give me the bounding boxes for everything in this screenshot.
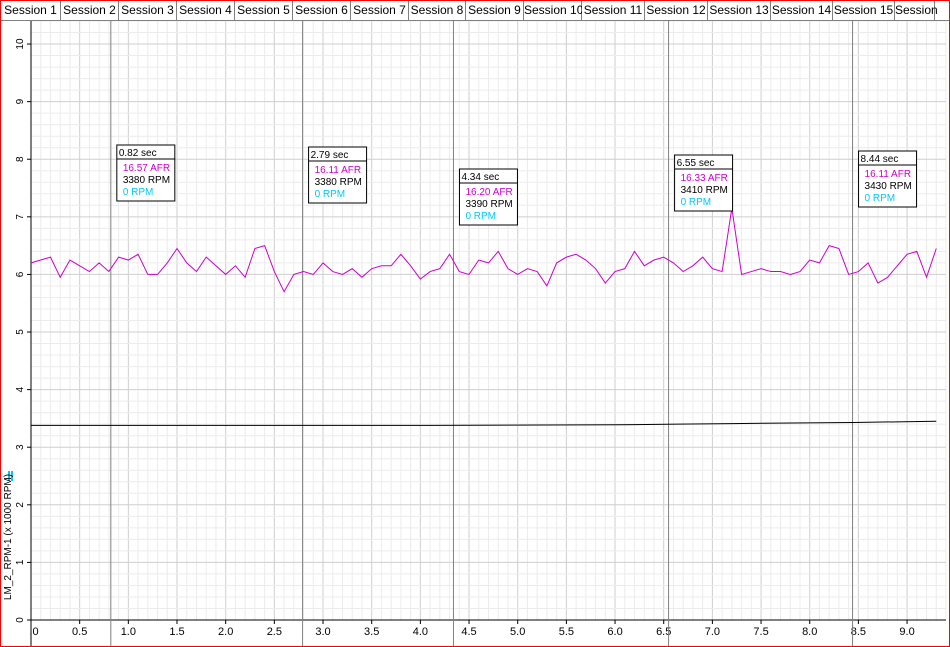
tooltip-time-value: 4.34 sec [461, 172, 499, 183]
tooltip-time-value: 8.44 sec [861, 154, 899, 165]
tab-session-10[interactable]: Session 10 [524, 1, 583, 20]
tooltip-rpm2-value: 0 RPM [681, 197, 712, 208]
x-tick-label: 7.5 [753, 626, 768, 638]
x-tick-label: 4.0 [413, 626, 428, 638]
tooltip-afr-value: 16.20 AFR [465, 187, 512, 198]
tab-session-5[interactable]: Session 5 [235, 1, 293, 20]
x-tick-label: 4.5 [461, 626, 476, 638]
tooltip-rpm2-value: 0 RPM [465, 211, 496, 222]
y-tick-label: 7 [15, 214, 26, 220]
x-tick-label: .0 [29, 626, 38, 638]
x-tick-label: 5.5 [559, 626, 574, 638]
y-tick-label: 9 [15, 98, 26, 104]
tooltip-time-value: 0.82 sec [119, 148, 157, 159]
y-tick-label: 3 [15, 444, 26, 450]
tooltip-time-value: 6.55 sec [677, 158, 715, 169]
chart-window: Session 1 Session 2 Session 3 Session 4 Sess… [0, 0, 950, 647]
tab-session-3[interactable]: Session 3 [119, 1, 177, 20]
y-tick-label: 2 [15, 502, 26, 508]
x-tick-label: 3.5 [364, 626, 379, 638]
tooltip-rpm2-value: 0 RPM [315, 189, 346, 200]
tab-session-13[interactable]: Session 13 [708, 1, 771, 20]
x-tick-label: 8.0 [802, 626, 817, 638]
y-tick-label: 6 [15, 271, 26, 277]
y-tick-label: 4 [15, 386, 26, 392]
tooltip-rpm-value: 3390 RPM [465, 199, 512, 210]
tab-session-9[interactable]: Session 9 [466, 1, 524, 20]
tooltip-afr-value: 16.11 AFR [865, 169, 912, 180]
y-tick-label: 0 [15, 617, 26, 623]
tab-session-6[interactable]: Session 6 [293, 1, 351, 20]
x-tick-label: 6.0 [607, 626, 622, 638]
tab-session-16[interactable]: Session [895, 1, 938, 20]
tab-session-14[interactable]: Session 14 [771, 1, 833, 20]
x-tick-label: 9.0 [899, 626, 914, 638]
tooltip-time-value: 2.79 sec [311, 150, 349, 161]
y-tick-label: 8 [15, 156, 26, 162]
tab-session-4[interactable]: Session 4 [177, 1, 235, 20]
y-tick-label: 10 [15, 38, 26, 50]
x-tick-label: 3.0 [315, 626, 330, 638]
plot-area[interactable]: 0 1 2 3 4 5 6 7 8 9 10 .0 0.5 1.0 1.5 2.0 2.5 3.0 3.5 4.0 4.… [1, 21, 949, 647]
tooltip-rpm-value: 3410 RPM [681, 185, 728, 196]
y-tick-label: 5 [15, 329, 26, 335]
tab-session-11[interactable]: Session 11 [582, 1, 645, 20]
tooltip-afr-value: 16.11 AFR [315, 165, 362, 176]
x-tick-label: 1.0 [121, 626, 136, 638]
tooltip-afr-value: 16.33 AFR [681, 173, 728, 184]
tab-session-2[interactable]: Session 2 [61, 1, 119, 20]
tooltip-rpm-value: 3430 RPM [865, 181, 912, 192]
tooltip-rpm-value: 3380 RPM [123, 175, 170, 186]
tab-session-7[interactable]: Session 7 [351, 1, 409, 20]
tooltip-rpm2-value: 0 RPM [865, 193, 896, 204]
tooltip-rpm-value: 3380 RPM [315, 177, 362, 188]
tab-session-15[interactable]: Session 15 [833, 1, 895, 20]
x-tick-label: 7.0 [705, 626, 720, 638]
y-tick-label: 1 [15, 559, 26, 565]
x-tick-label: 2.0 [218, 626, 233, 638]
tooltip-afr-value: 16.57 AFR [123, 163, 170, 174]
tab-session-1[interactable]: Session 1 [1, 1, 61, 20]
session-tab-bar: Session 1 Session 2 Session 3 Session 4 Sess… [1, 1, 949, 21]
x-tick-label: 0.5 [72, 626, 87, 638]
tooltip-rpm2-value: 0 RPM [123, 187, 154, 198]
y-axis-label: LM_2_RPM-1 (x 1000 RPM) [3, 473, 14, 601]
x-tick-label: 1.5 [169, 626, 184, 638]
tab-session-12[interactable]: Session 12 [645, 1, 708, 20]
x-tick-label: 2.5 [267, 626, 282, 638]
tab-session-8[interactable]: Session 8 [409, 1, 466, 20]
x-tick-label: 5.0 [510, 626, 525, 638]
